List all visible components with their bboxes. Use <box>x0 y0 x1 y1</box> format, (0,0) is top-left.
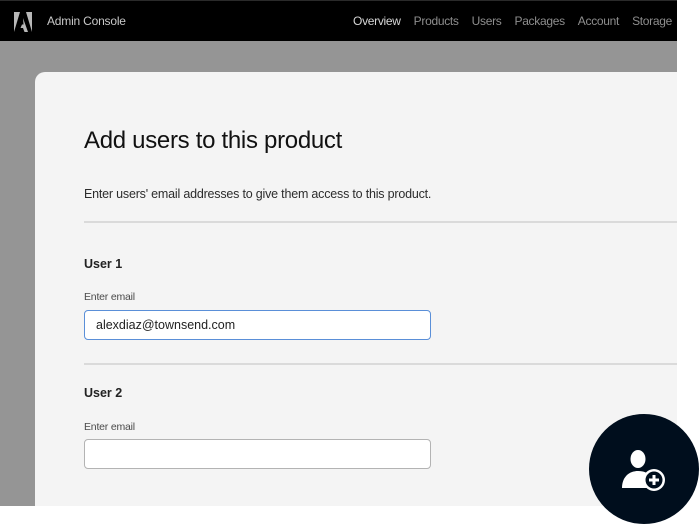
user-2-email-label: Enter email <box>84 421 135 433</box>
user-2-email-input[interactable] <box>84 439 431 469</box>
nav-products[interactable]: Products <box>414 14 459 28</box>
adobe-logo-icon[interactable] <box>12 11 34 33</box>
dialog-title: Add users to this product <box>84 127 342 154</box>
nav-storage[interactable]: Storage <box>632 14 672 28</box>
main-nav: Overview Products Users Packages Account… <box>340 14 672 28</box>
user-1-label: User 1 <box>84 257 123 271</box>
app-window: Admin Console Overview Products Users Pa… <box>0 0 677 506</box>
user-2-label: User 2 <box>84 386 123 400</box>
user-1-email-input[interactable] <box>84 310 431 340</box>
divider <box>84 363 677 365</box>
top-navigation-bar: Admin Console Overview Products Users Pa… <box>0 0 677 41</box>
add-user-icon <box>622 450 665 491</box>
nav-users[interactable]: Users <box>472 14 502 28</box>
nav-account[interactable]: Account <box>578 14 620 28</box>
nav-overview[interactable]: Overview <box>353 14 401 28</box>
user-1-email-label: Enter email <box>84 291 135 303</box>
add-users-dialog: Add users to this product Enter users' e… <box>35 72 677 506</box>
nav-packages[interactable]: Packages <box>514 14 565 28</box>
divider <box>84 221 677 223</box>
dialog-description: Enter users' email addresses to give the… <box>84 187 432 201</box>
app-title: Admin Console <box>47 14 126 28</box>
add-user-fab[interactable] <box>589 414 699 524</box>
